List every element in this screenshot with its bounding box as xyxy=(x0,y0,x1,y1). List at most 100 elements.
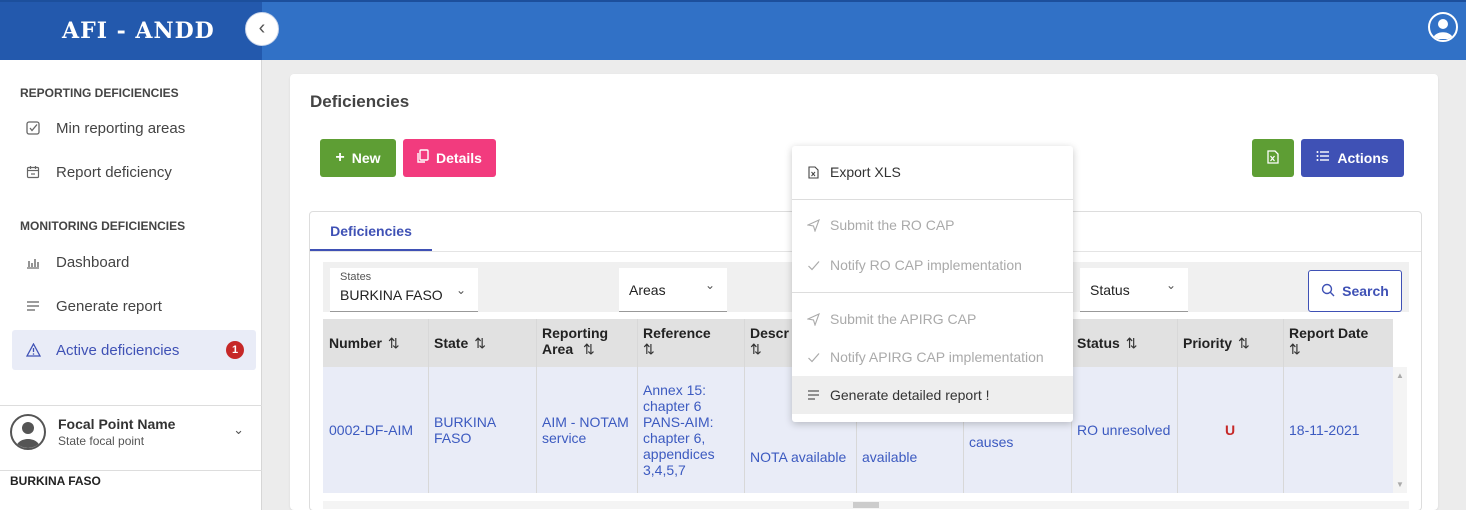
details-button[interactable]: Details xyxy=(403,139,496,177)
col-reference[interactable]: Reference ⇅ xyxy=(637,319,744,367)
sidebar-divider xyxy=(0,470,262,471)
sidebar-item-active-deficiencies[interactable]: Active deficiencies 1 xyxy=(12,330,256,370)
plus-icon: + xyxy=(335,149,345,166)
horizontal-scrollbar[interactable] xyxy=(323,501,1409,509)
menu-item-label: Submit the RO CAP xyxy=(830,217,955,233)
menu-item-label: Submit the APIRG CAP xyxy=(830,311,977,327)
col-priority[interactable]: Priority ⇅ xyxy=(1177,319,1283,367)
col-reporting-area-label: Reporting Area ⇅ xyxy=(542,325,631,357)
xls-file-icon xyxy=(1267,149,1279,167)
chevron-down-icon: ⌄ xyxy=(233,422,244,437)
col-priority-label: Priority xyxy=(1183,335,1233,351)
sort-icon: ⇅ xyxy=(643,341,655,357)
states-select[interactable]: States BURKINA FASO ⌄ xyxy=(330,268,478,312)
brand-area: AFI - ANDD xyxy=(0,2,262,60)
export-xls-button[interactable] xyxy=(1252,139,1294,177)
lines-icon xyxy=(805,389,821,401)
column-divider xyxy=(1283,319,1284,493)
areas-select[interactable]: Areas ⌄ xyxy=(619,268,727,312)
col-number[interactable]: Number ⇅ xyxy=(323,319,428,367)
col-description-text: Descr xyxy=(750,325,789,341)
col-state-label: State xyxy=(434,335,469,351)
cell-number: 0002-DF-AIM xyxy=(329,422,414,438)
col-status-label: Status xyxy=(1077,335,1120,351)
col-reporting-area[interactable]: Reporting Area ⇅ xyxy=(536,319,637,367)
new-button-label: New xyxy=(351,150,381,166)
bar-chart-icon xyxy=(24,255,42,269)
vertical-scrollbar[interactable]: ▲ ▼ xyxy=(1393,367,1407,493)
chevron-down-icon: ⌄ xyxy=(1165,278,1176,292)
sidebar-item-label: Active deficiencies xyxy=(56,341,180,359)
chevron-down-icon: ⌄ xyxy=(455,283,466,297)
chevron-left-icon: ‹ xyxy=(258,17,266,39)
copy-icon xyxy=(417,148,429,168)
cell-status: RO unresolved xyxy=(1077,422,1171,438)
col-reporting-area-text: Reporting Area xyxy=(542,325,609,357)
col-status[interactable]: Status ⇅ xyxy=(1071,319,1177,367)
menu-item-label: Export XLS xyxy=(830,164,901,180)
col-description-label: Descr ⇅ xyxy=(750,325,789,357)
menu-item-label: Generate detailed report ! xyxy=(830,387,990,403)
status-select[interactable]: Status ⌄ xyxy=(1080,268,1188,312)
sort-icon: ⇅ xyxy=(750,341,762,357)
menu-item-notify-ro-cap[interactable]: Notify RO CAP implementation xyxy=(792,246,1073,284)
user-profile[interactable]: Focal Point Name State focal point ⌄ xyxy=(10,412,254,452)
scrollbar-thumb[interactable] xyxy=(853,502,879,508)
avatar xyxy=(10,414,46,450)
new-button[interactable]: + New xyxy=(320,139,396,177)
list-icon xyxy=(1316,149,1330,167)
count-badge: 1 xyxy=(226,341,244,359)
sidebar-item-label: Min reporting areas xyxy=(56,119,186,137)
column-divider xyxy=(536,319,537,493)
user-menu-button[interactable] xyxy=(1428,12,1458,42)
scroll-up-icon: ▲ xyxy=(1396,371,1404,380)
menu-item-generate-detailed-report[interactable]: Generate detailed report ! xyxy=(792,376,1073,414)
menu-divider xyxy=(792,199,1073,200)
sidebar-collapse-button[interactable]: ‹ xyxy=(245,12,279,46)
col-reference-label: Reference ⇅ xyxy=(643,325,711,357)
send-icon xyxy=(805,218,821,232)
col-state[interactable]: State ⇅ xyxy=(428,319,536,367)
menu-item-submit-ro-cap[interactable]: Submit the RO CAP xyxy=(792,206,1073,244)
tab-deficiencies[interactable]: Deficiencies xyxy=(310,212,432,251)
menu-item-export-xls[interactable]: Export XLS xyxy=(792,153,1073,191)
sidebar-item-min-reporting-areas[interactable]: Min reporting areas xyxy=(12,108,256,148)
xls-file-icon xyxy=(805,165,821,179)
cell-area: AIM - NOTAM service xyxy=(542,414,629,446)
check-icon xyxy=(805,259,821,272)
sidebar-item-dashboard[interactable]: Dashboard xyxy=(12,242,256,282)
menu-item-submit-apirg-cap[interactable]: Submit the APIRG CAP xyxy=(792,300,1073,338)
cell-priority: U xyxy=(1224,422,1236,438)
section-reporting-deficiencies: REPORTING DEFICIENCIES xyxy=(20,86,179,100)
check-icon xyxy=(805,351,821,364)
search-button[interactable]: Search xyxy=(1308,270,1402,312)
top-bar: AFI - ANDD ‹ xyxy=(0,0,1466,60)
lines-icon xyxy=(24,299,42,313)
sidebar-item-label: Report deficiency xyxy=(56,163,172,181)
col-report-date-label: Report Date ⇅ xyxy=(1289,325,1368,357)
search-icon xyxy=(1321,283,1335,300)
sort-icon: ⇅ xyxy=(1238,335,1250,351)
section-monitoring-deficiencies: MONITORING DEFICIENCIES xyxy=(20,219,186,233)
sort-icon: ⇅ xyxy=(474,335,486,351)
menu-item-label: Notify RO CAP implementation xyxy=(830,257,1022,273)
send-icon xyxy=(805,312,821,326)
menu-item-notify-apirg-cap[interactable]: Notify APIRG CAP implementation xyxy=(792,338,1073,376)
areas-select-value: Areas xyxy=(629,282,666,298)
sidebar-item-label: Generate report xyxy=(56,297,162,315)
sidebar-divider xyxy=(0,405,262,406)
sidebar-item-generate-report[interactable]: Generate report xyxy=(12,286,256,326)
cell-report-date: 18-11-2021 xyxy=(1289,422,1360,438)
sort-icon: ⇅ xyxy=(387,335,400,351)
column-divider xyxy=(744,319,745,493)
col-report-date[interactable]: Report Date ⇅ xyxy=(1283,319,1393,367)
sidebar-item-report-deficiency[interactable]: Report deficiency xyxy=(12,152,256,192)
states-select-label: States xyxy=(340,271,372,283)
user-avatar-icon xyxy=(1433,19,1453,39)
sort-icon: ⇅ xyxy=(583,341,595,357)
actions-button[interactable]: Actions xyxy=(1301,139,1404,177)
calendar-icon xyxy=(24,165,42,179)
profile-country: BURKINA FASO xyxy=(10,474,101,488)
profile-role: State focal point xyxy=(58,434,145,448)
sidebar-item-label: Dashboard xyxy=(56,253,130,271)
